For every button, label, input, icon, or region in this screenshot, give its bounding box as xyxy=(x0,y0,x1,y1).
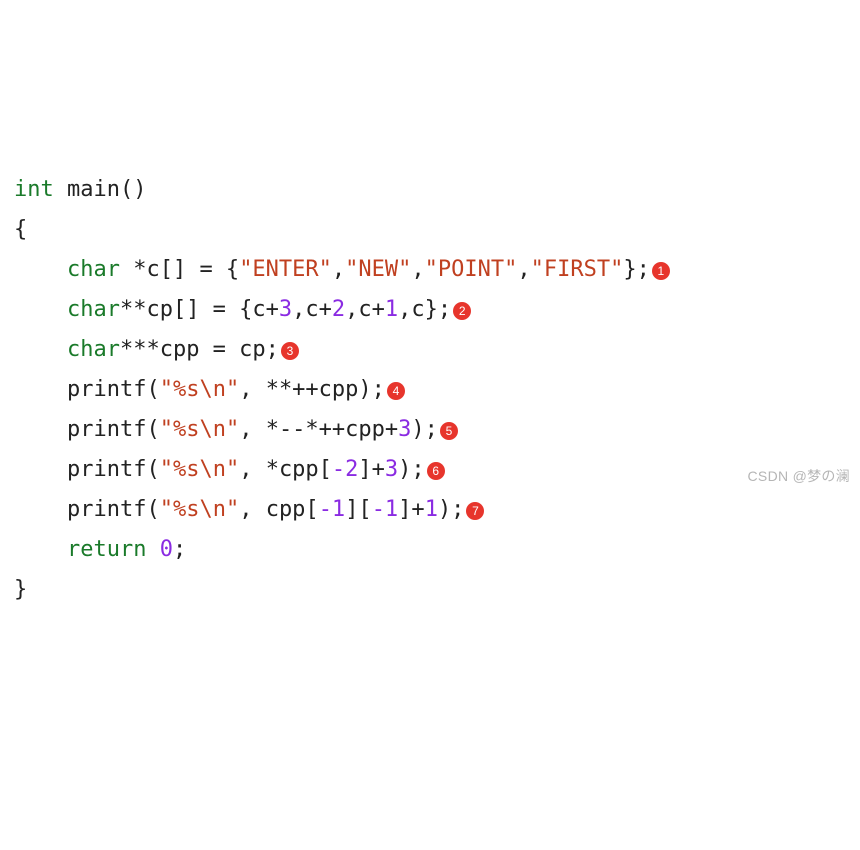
token-punct: , xyxy=(411,257,424,282)
token-punct: , xyxy=(517,257,530,282)
code-line: } xyxy=(14,570,846,610)
code-block: int main(){ char *c[] = {"ENTER","NEW","… xyxy=(14,170,846,610)
token-num: 3 xyxy=(385,457,398,482)
token-str: "%s\n" xyxy=(160,377,239,402)
token-punct: , *cpp[ xyxy=(239,457,332,482)
token-kw: char xyxy=(67,257,120,282)
token-punct: ); xyxy=(398,457,425,482)
token-ident: main xyxy=(67,177,120,202)
token-punct: ,c+ xyxy=(292,297,332,322)
code-line: char***cpp = cp;3 xyxy=(14,330,846,370)
token-punct: ,c+ xyxy=(345,297,385,322)
token-kw: char xyxy=(67,337,120,362)
annotation-badge: 3 xyxy=(281,342,299,360)
token-punct xyxy=(54,177,67,202)
token-punct: , cpp[ xyxy=(239,497,318,522)
token-punct: , *--*++cpp+ xyxy=(239,417,398,442)
code-line: return 0; xyxy=(14,530,846,570)
token-punct: ]+ xyxy=(358,457,385,482)
token-num: 3 xyxy=(398,417,411,442)
token-punct: ]+ xyxy=(398,497,425,522)
token-punct: ***cpp = cp; xyxy=(120,337,279,362)
code-line: { xyxy=(14,210,846,250)
token-punct: ,c}; xyxy=(398,297,451,322)
code-line: char *c[] = {"ENTER","NEW","POINT","FIRS… xyxy=(14,250,846,290)
token-punct: , xyxy=(332,257,345,282)
token-str: "%s\n" xyxy=(160,457,239,482)
token-kw: return xyxy=(67,537,146,562)
token-punct xyxy=(146,537,159,562)
token-punct: () xyxy=(120,177,147,202)
token-ident: printf xyxy=(67,497,146,522)
code-line: printf("%s\n", **++cpp);4 xyxy=(14,370,846,410)
watermark: CSDN @梦の澜 xyxy=(748,456,850,496)
token-num: 1 xyxy=(385,297,398,322)
token-punct: ; xyxy=(173,537,186,562)
token-num: 2 xyxy=(332,297,345,322)
code-line: printf("%s\n", *cpp[-2]+3);6 xyxy=(14,450,846,490)
annotation-badge: 7 xyxy=(466,502,484,520)
token-str: "ENTER" xyxy=(239,257,332,282)
token-num: 0 xyxy=(160,537,173,562)
annotation-badge: 2 xyxy=(453,302,471,320)
token-punct: ( xyxy=(146,417,159,442)
token-ident: printf xyxy=(67,457,146,482)
token-punct: ( xyxy=(146,377,159,402)
token-ident: printf xyxy=(67,417,146,442)
code-line: char**cp[] = {c+3,c+2,c+1,c};2 xyxy=(14,290,846,330)
code-line: int main() xyxy=(14,170,846,210)
token-kw: char xyxy=(67,297,120,322)
token-punct: ); xyxy=(438,497,465,522)
token-punct: ( xyxy=(146,457,159,482)
code-line: printf("%s\n", cpp[-1][-1]+1);7 xyxy=(14,490,846,530)
token-punct: ); xyxy=(411,417,438,442)
token-punct: { xyxy=(14,217,27,242)
token-str: "%s\n" xyxy=(160,417,239,442)
token-punct: ( xyxy=(146,497,159,522)
token-punct: } xyxy=(14,577,27,602)
token-punct: *c[] = { xyxy=(120,257,239,282)
annotation-badge: 4 xyxy=(387,382,405,400)
token-str: "FIRST" xyxy=(531,257,624,282)
token-str: "%s\n" xyxy=(160,497,239,522)
annotation-badge: 5 xyxy=(440,422,458,440)
token-ident: printf xyxy=(67,377,146,402)
token-num: 1 xyxy=(425,497,438,522)
token-punct: }; xyxy=(623,257,650,282)
code-line: printf("%s\n", *--*++cpp+3);5 xyxy=(14,410,846,450)
token-punct: ][ xyxy=(345,497,372,522)
token-str: "NEW" xyxy=(345,257,411,282)
token-str: "POINT" xyxy=(425,257,518,282)
token-num: -1 xyxy=(319,497,346,522)
token-punct: , **++cpp); xyxy=(239,377,385,402)
annotation-badge: 1 xyxy=(652,262,670,280)
token-num: 3 xyxy=(279,297,292,322)
annotation-badge: 6 xyxy=(427,462,445,480)
token-punct: **cp[] = {c+ xyxy=(120,297,279,322)
token-num: -2 xyxy=(332,457,359,482)
token-num: -1 xyxy=(372,497,399,522)
token-kw: int xyxy=(14,177,54,202)
